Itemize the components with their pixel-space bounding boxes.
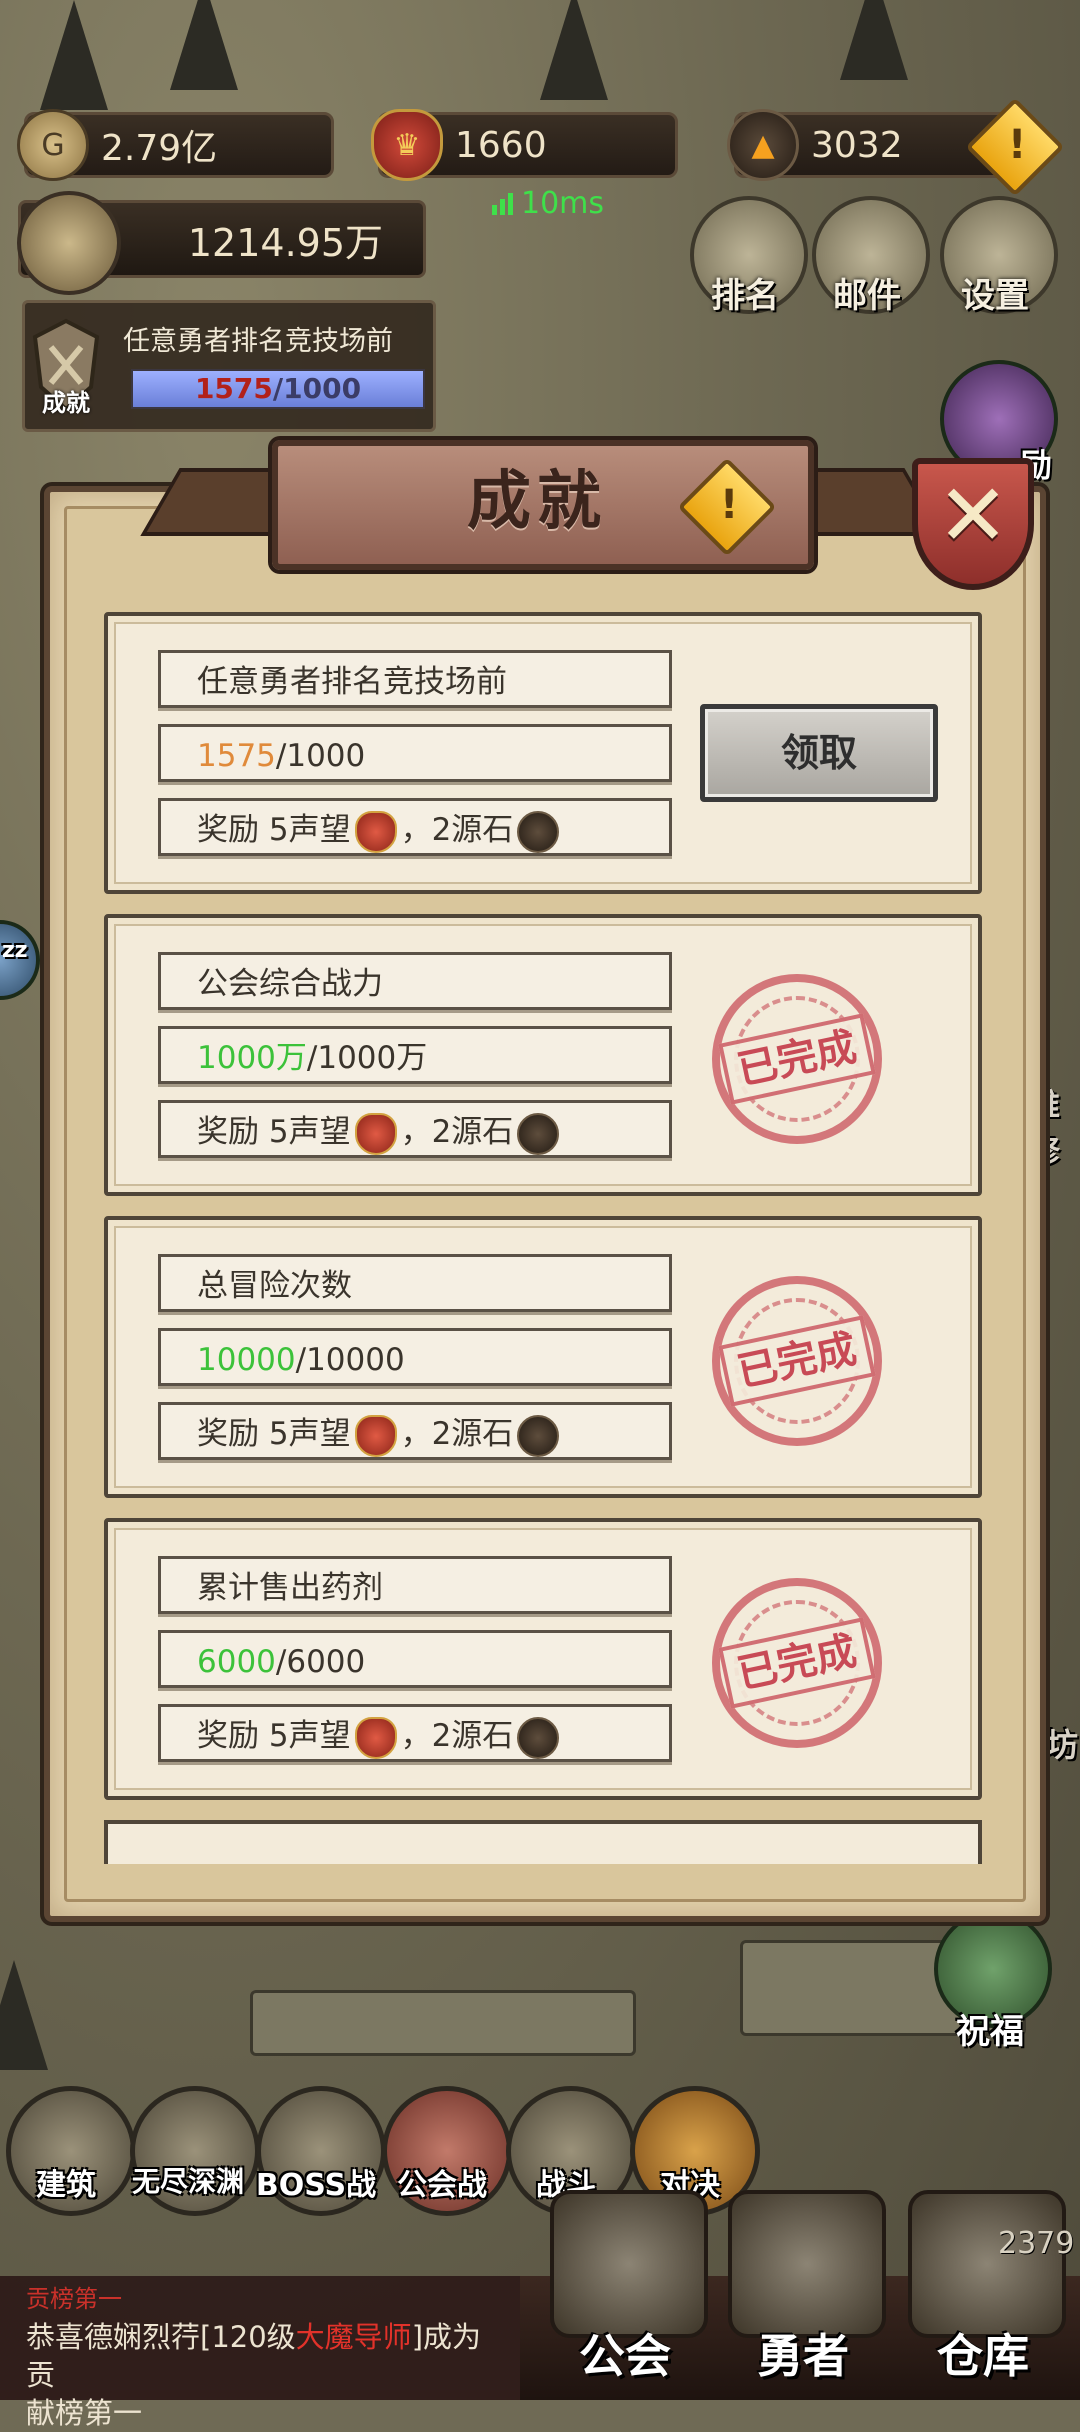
progress-total: /1000: [275, 738, 366, 774]
endless-abyss-label: 无尽深渊: [131, 2165, 244, 2198]
ping-value: 10ms: [521, 186, 605, 221]
source-stone-icon: [517, 1414, 560, 1457]
achievement-card: 公会综合战力 1000万/1000万 奖励 5声望 ，2源石 已完成: [104, 914, 982, 1196]
tracker-title: 任意勇者排名竞技场前: [123, 326, 393, 357]
reward-text: 奖励 5声望: [197, 812, 351, 848]
reward-stone-text: ，2源石: [400, 1114, 514, 1150]
completed-stamp: 已完成: [712, 974, 882, 1144]
source-stone-value: 3032: [811, 124, 903, 166]
achievement-tracker[interactable]: 成就 任意勇者排名竞技场前 1575/1000: [22, 300, 436, 432]
achievement-progress: 1000万/1000万: [158, 1026, 672, 1084]
close-icon: ✕: [936, 466, 1010, 566]
achievement-name: 累计售出药剂: [158, 1556, 672, 1614]
reputation-value: 1660: [455, 124, 547, 166]
tracker-progress-total: /1000: [272, 372, 362, 405]
claim-button[interactable]: 领取: [700, 704, 938, 802]
combat-power-value: 1214.95万: [187, 220, 383, 265]
achievement-name: 总冒险次数: [158, 1254, 672, 1312]
warning-mark: !: [1007, 121, 1027, 168]
progress-total: /6000: [275, 1644, 366, 1680]
tree-decoration: [540, 0, 608, 100]
source-stone-icon: [517, 1716, 560, 1759]
reward-stone-text: ，2源石: [400, 1718, 514, 1754]
reputation-shield-icon: ♛: [371, 109, 443, 181]
reputation-icon: [354, 1112, 397, 1155]
ranking-label: 排名: [711, 276, 779, 316]
combat-power-display: 1214.95万: [17, 191, 426, 295]
reputation-icon: [354, 1716, 397, 1759]
power-emblem-icon: [17, 191, 121, 295]
network-ping: 10ms: [492, 186, 604, 221]
completed-stamp: 已完成: [712, 1276, 882, 1446]
guild-nav-label: 公会: [579, 2329, 671, 2383]
mail-label: 邮件: [833, 276, 901, 316]
achievement-name: 任意勇者排名竞技场前: [158, 650, 672, 708]
reward-stone-text: ，2源石: [400, 812, 514, 848]
reward-text: 奖励 5声望: [197, 1114, 351, 1150]
achievement-reward: 奖励 5声望 ，2源石: [158, 798, 672, 856]
tracker-progress-current: 1575: [194, 372, 273, 405]
achievement-name: 公会综合战力: [158, 952, 672, 1010]
chat-line-prefix: 恭喜德娴烈荇[120级: [26, 2320, 296, 2354]
chat-header: 贡榜第一: [26, 2285, 122, 2313]
gold-coin-icon: G: [17, 109, 89, 181]
next-card-peek: [104, 1820, 982, 1864]
reputation-counter[interactable]: ♛ 1660: [371, 109, 678, 181]
progress-current: 6000: [197, 1644, 276, 1680]
reputation-icon: [354, 1414, 397, 1457]
completed-stamp-label: 已完成: [718, 1013, 876, 1105]
settings-label: 设置: [961, 276, 1029, 316]
guild-nav-button[interactable]: [550, 2190, 708, 2338]
reward-text: 奖励 5声望: [197, 1416, 351, 1452]
progress-current: 10000: [197, 1342, 296, 1378]
progress-current: 1000万: [197, 1040, 307, 1076]
source-stone-icon: [517, 810, 560, 853]
tree-decoration: [170, 0, 238, 90]
achievement-progress: 10000/10000: [158, 1328, 672, 1386]
source-stone-icon: ▲: [727, 109, 799, 181]
tree-decoration: [840, 0, 908, 80]
achievement-badge-label: 成就: [42, 389, 90, 417]
achievement-progress: 1575/1000: [158, 724, 672, 782]
completed-stamp: 已完成: [712, 1578, 882, 1748]
warning-mark: !: [719, 481, 739, 528]
achievement-card: 任意勇者排名竞技场前 1575/1000 奖励 5声望 ，2源石 领取: [104, 612, 982, 894]
building-label: 建筑: [36, 2168, 96, 2203]
signal-bars-icon: [492, 192, 513, 215]
stone-wall: [250, 1990, 636, 2056]
achievement-card: 累计售出药剂 6000/6000 奖励 5声望 ，2源石 已完成: [104, 1518, 982, 1800]
warehouse-count: 2379: [998, 2226, 1075, 2261]
source-stone-icon: [517, 1112, 560, 1155]
progress-total: /1000万: [306, 1040, 428, 1076]
achievement-card: 总冒险次数 10000/10000 奖励 5声望 ，2源石 已完成: [104, 1216, 982, 1498]
achievement-progress: 6000/6000: [158, 1630, 672, 1688]
reward-stone-text: ，2源石: [400, 1416, 514, 1452]
gold-counter[interactable]: G 2.79亿: [17, 109, 334, 181]
hero-nav-label: 勇者: [757, 2329, 849, 2383]
close-button[interactable]: ✕: [912, 458, 1034, 590]
blessing-label: 祝福: [956, 2012, 1024, 2052]
achievement-reward: 奖励 5声望 ，2源石: [158, 1402, 672, 1460]
boss-battle-label: BOSS战: [255, 2168, 377, 2203]
gold-value: 2.79亿: [101, 128, 218, 169]
achievement-reward: 奖励 5声望 ，2源石: [158, 1704, 672, 1762]
hero-nav-button[interactable]: [728, 2190, 886, 2338]
progress-current: 1575: [197, 738, 276, 774]
reward-text: 奖励 5声望: [197, 1718, 351, 1754]
progress-total: /10000: [295, 1342, 405, 1378]
tracker-progress-bar: 1575/1000: [131, 369, 425, 409]
warehouse-nav-label: 仓库: [937, 2329, 1029, 2383]
completed-stamp-label: 已完成: [718, 1315, 876, 1407]
completed-stamp-label: 已完成: [718, 1617, 876, 1709]
warehouse-nav-button[interactable]: [908, 2190, 1066, 2338]
chat-ticker[interactable]: 贡榜第一 恭喜德娴烈荇[120级大魔导师]成为贡 献榜第一: [0, 2276, 520, 2430]
reputation-icon: [354, 810, 397, 853]
chat-line-highlight: 大魔导师: [295, 2320, 412, 2354]
tree-decoration: [40, 0, 108, 110]
guild-war-label: 公会战: [397, 2168, 487, 2203]
achievement-reward: 奖励 5声望 ，2源石: [158, 1100, 672, 1158]
